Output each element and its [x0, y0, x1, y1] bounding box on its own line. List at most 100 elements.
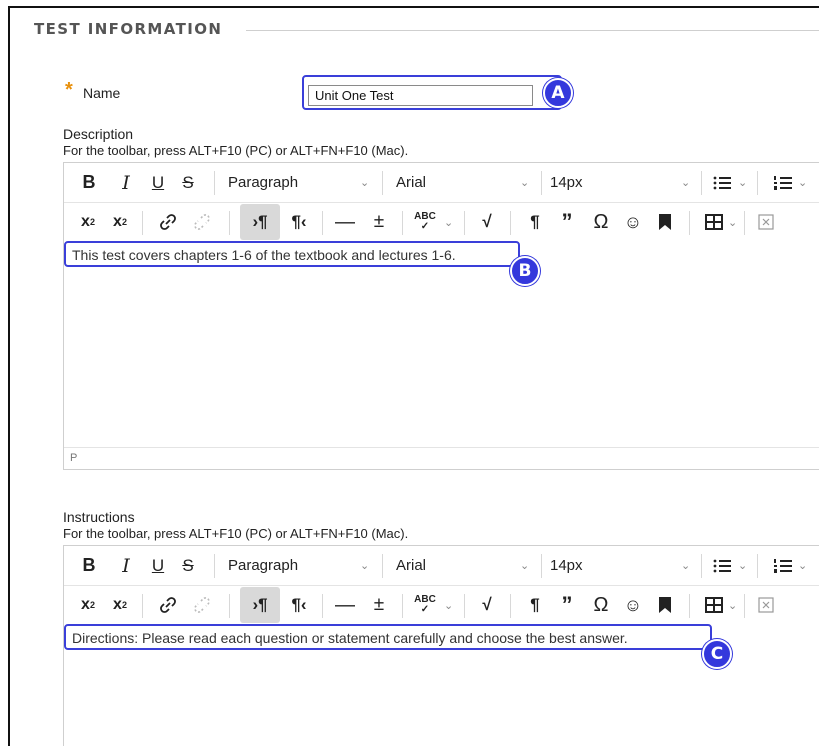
emoji-icon[interactable]: ☺ [618, 586, 648, 624]
font-size-select[interactable]: 14px [550, 163, 583, 202]
blockquote-icon[interactable]: ” [552, 586, 582, 624]
toolbar-separator [689, 594, 690, 618]
callout-badge-a: A [543, 78, 573, 108]
toolbar-separator [541, 554, 542, 578]
strikethrough-button[interactable]: S [174, 163, 202, 202]
special-character-icon[interactable]: Ω [586, 586, 616, 624]
toolbar-separator [510, 594, 511, 618]
chevron-down-icon[interactable]: ⌄ [738, 163, 747, 202]
horizontal-rule-icon[interactable]: — [330, 586, 360, 624]
math-equation-icon[interactable]: √ [472, 203, 502, 241]
callout-badge-c: C [702, 639, 732, 669]
insert-content-icon[interactable]: ± [364, 586, 394, 624]
chevron-down-icon[interactable]: ⌄ [738, 546, 747, 585]
chevron-down-icon: ⌄ [360, 177, 370, 189]
toolbar-separator [744, 594, 745, 618]
superscript-icon[interactable]: x2 [74, 203, 102, 241]
font-family-select[interactable]: Arial [396, 163, 426, 202]
bullet-list-icon[interactable] [709, 163, 735, 202]
toolbar-separator [214, 171, 215, 195]
italic-button[interactable]: I [112, 546, 140, 585]
table-icon[interactable] [700, 203, 728, 241]
editor-toolbar-row-2: x2 x2 ›¶ ¶‹ — ± ABC ✓ ⌄ √ ¶ ” Ω ☺ ⌄ [64, 586, 819, 624]
chevron-down-icon[interactable]: ⌄ [798, 163, 807, 202]
table-icon[interactable] [700, 586, 728, 624]
chevron-down-icon[interactable]: ⌄ [798, 546, 807, 585]
math-equation-icon[interactable]: √ [472, 586, 502, 624]
toolbar-separator [229, 594, 230, 618]
toolbar-separator [229, 211, 230, 235]
link-icon[interactable] [154, 586, 182, 624]
paragraph-mark-icon[interactable]: ¶ [522, 586, 548, 624]
paragraph-mark-icon[interactable]: ¶ [522, 203, 548, 241]
link-icon[interactable] [154, 203, 182, 241]
toolbar-separator [322, 211, 323, 235]
numbered-list-icon[interactable] [771, 163, 795, 202]
horizontal-rule-icon[interactable]: — [330, 203, 360, 241]
rtl-direction-icon[interactable]: ¶‹ [284, 586, 314, 624]
toolbar-separator [757, 554, 758, 578]
spellcheck-icon[interactable]: ABC ✓ [410, 586, 440, 624]
toolbar-separator [142, 211, 143, 235]
editor-toolbar-row-1: B I U S Paragraph ⌄ Arial ⌄ 14px ⌄ ⌄ ⌄ [64, 546, 819, 586]
description-content-area[interactable]: This test covers chapters 1-6 of the tex… [64, 241, 819, 469]
clear-formatting-icon[interactable] [752, 203, 780, 241]
underline-button[interactable]: U [144, 546, 172, 585]
toolbar-separator [322, 594, 323, 618]
italic-button[interactable]: I [112, 163, 140, 202]
instructions-text: Directions: Please read each question or… [72, 630, 628, 646]
toolbar-separator [142, 594, 143, 618]
superscript-icon[interactable]: x2 [74, 586, 102, 624]
chevron-down-icon[interactable]: ⌄ [444, 203, 453, 241]
unlink-icon[interactable] [188, 586, 216, 624]
description-toolbar-hint: For the toolbar, press ALT+F10 (PC) or A… [63, 143, 409, 158]
toolbar-separator [402, 211, 403, 235]
bullet-list-icon[interactable] [709, 546, 735, 585]
block-format-select[interactable]: Paragraph [228, 546, 298, 585]
toolbar-separator [744, 211, 745, 235]
ltr-direction-icon[interactable]: ›¶ [240, 204, 280, 240]
toolbar-separator [541, 171, 542, 195]
emoji-icon[interactable]: ☺ [618, 203, 648, 241]
section-divider [246, 30, 819, 31]
toolbar-separator [701, 554, 702, 578]
chevron-down-icon[interactable]: ⌄ [728, 586, 737, 624]
editor-toolbar-row-1: B I U S Paragraph ⌄ Arial ⌄ 14px ⌄ ⌄ ⌄ [64, 163, 819, 203]
chevron-down-icon[interactable]: ⌄ [444, 586, 453, 624]
unlink-icon[interactable] [188, 203, 216, 241]
spellcheck-icon[interactable]: ABC ✓ [410, 203, 440, 241]
font-family-select[interactable]: Arial [396, 546, 426, 585]
instructions-toolbar-hint: For the toolbar, press ALT+F10 (PC) or A… [63, 526, 409, 541]
insert-content-icon[interactable]: ± [364, 203, 394, 241]
toolbar-separator [382, 171, 383, 195]
name-input[interactable] [308, 85, 533, 106]
bookmark-icon[interactable] [650, 203, 680, 241]
ltr-direction-icon[interactable]: ›¶ [240, 587, 280, 623]
chevron-down-icon: ⌄ [681, 560, 691, 572]
toolbar-separator [757, 171, 758, 195]
editor-toolbar-row-2: x2 x2 ›¶ ¶‹ — ± ABC ✓ ⌄ √ ¶ ” Ω ☺ ⌄ [64, 203, 819, 241]
numbered-list-icon[interactable] [771, 546, 795, 585]
editor-statusbar: P [64, 447, 819, 469]
callout-badge-b: B [510, 256, 540, 286]
instructions-label: Instructions [63, 509, 135, 525]
bold-button[interactable]: B [74, 163, 104, 202]
required-asterisk-icon: * [65, 79, 73, 101]
subscript-icon[interactable]: x2 [106, 586, 134, 624]
bookmark-icon[interactable] [650, 586, 680, 624]
strikethrough-button[interactable]: S [174, 546, 202, 585]
block-format-select[interactable]: Paragraph [228, 163, 298, 202]
subscript-icon[interactable]: x2 [106, 203, 134, 241]
toolbar-separator [701, 171, 702, 195]
chevron-down-icon[interactable]: ⌄ [728, 203, 737, 241]
clear-formatting-icon[interactable] [752, 586, 780, 624]
bold-button[interactable]: B [74, 546, 104, 585]
toolbar-separator [689, 211, 690, 235]
rtl-direction-icon[interactable]: ¶‹ [284, 203, 314, 241]
blockquote-icon[interactable]: ” [552, 203, 582, 241]
special-character-icon[interactable]: Ω [586, 203, 616, 241]
chevron-down-icon: ⌄ [681, 177, 691, 189]
name-label: Name [83, 85, 121, 101]
underline-button[interactable]: U [144, 163, 172, 202]
font-size-select[interactable]: 14px [550, 546, 583, 585]
